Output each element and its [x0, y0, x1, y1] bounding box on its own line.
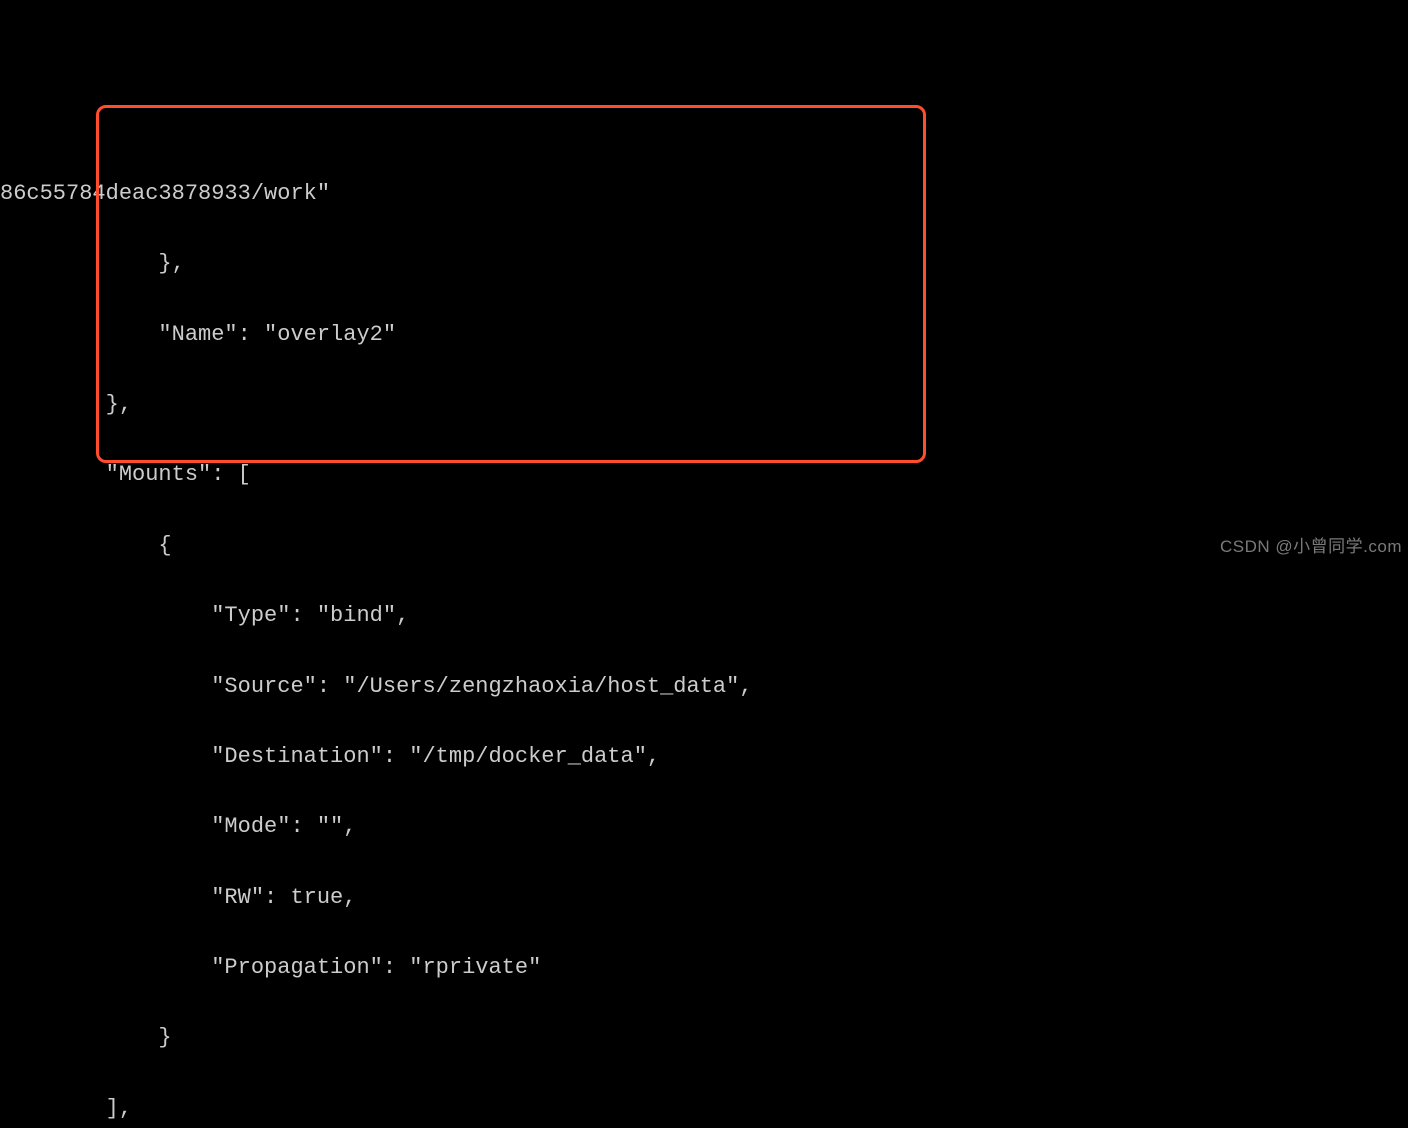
code-line: },: [0, 387, 1408, 422]
code-line: },: [0, 246, 1408, 281]
code-line: "Name": "overlay2": [0, 317, 1408, 352]
code-line: }: [0, 1020, 1408, 1055]
watermark-text: CSDN @小曾同学.com: [1220, 533, 1402, 560]
code-line: 86c55784deac3878933/work": [0, 176, 1408, 211]
terminal-output: 86c55784deac3878933/work" }, "Name": "ov…: [0, 141, 1408, 1128]
code-line: "Source": "/Users/zengzhaoxia/host_data"…: [0, 669, 1408, 704]
code-line: ],: [0, 1091, 1408, 1126]
code-line: "RW": true,: [0, 880, 1408, 915]
code-line: "Propagation": "rprivate": [0, 950, 1408, 985]
code-line: {: [0, 528, 1408, 563]
code-line: "Mounts": [: [0, 457, 1408, 492]
code-line: "Destination": "/tmp/docker_data",: [0, 739, 1408, 774]
code-line: "Mode": "",: [0, 809, 1408, 844]
code-line: "Type": "bind",: [0, 598, 1408, 633]
